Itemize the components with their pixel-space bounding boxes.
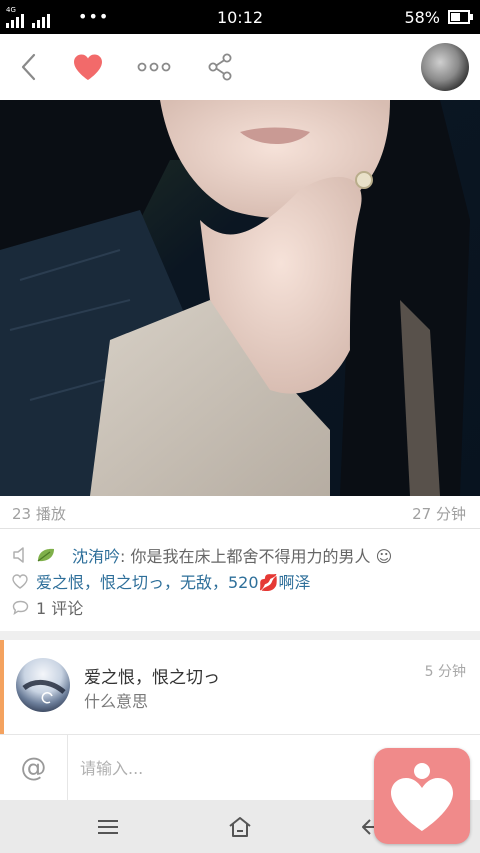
commenter-name[interactable]: 爱之恨，恨之切っ: [84, 663, 220, 688]
comment-item[interactable]: 爱之恨，恨之切っ 5 分钟 什么意思: [0, 640, 480, 734]
commenter-avatar[interactable]: [16, 658, 70, 712]
comment-time: 5 分钟: [424, 664, 466, 680]
top-nav: [0, 34, 480, 100]
mention-button[interactable]: @: [0, 735, 68, 801]
battery-tip: [470, 14, 473, 20]
post-photo[interactable]: [0, 100, 480, 496]
battery-icon: [448, 10, 470, 24]
likers-list[interactable]: 爱之恨，恨之切っ，无敌，520💋啊泽: [36, 569, 310, 593]
leaf-icon: [36, 547, 72, 563]
post-image: [0, 100, 480, 496]
heart-person-icon: [391, 763, 453, 831]
floating-app-button[interactable]: [374, 748, 470, 844]
post-time: 27 分钟: [412, 505, 466, 523]
comment-icon: [12, 600, 36, 615]
author-name-link[interactable]: 沈洧吟: [72, 543, 120, 567]
play-count: 23 播放: [12, 505, 66, 523]
like-button[interactable]: [66, 34, 110, 100]
heart-icon: [74, 54, 102, 80]
post-info: 沈洧吟 : 你是我在床上都舍不得用力的男人 ☺ 爱之恨，恨之切っ，无敌，520💋…: [0, 529, 480, 631]
share-button[interactable]: [200, 34, 240, 100]
comment-input[interactable]: [80, 751, 360, 785]
speaker-icon[interactable]: [12, 547, 36, 563]
share-icon: [208, 53, 232, 81]
battery-percentage: 58%: [404, 8, 440, 27]
post-caption: : 你是我在床上都舍不得用力的男人 ☺: [120, 547, 393, 566]
author-avatar[interactable]: [421, 43, 469, 91]
more-icon: [137, 62, 171, 72]
status-bar: 4G ••• 10:12 58%: [0, 0, 480, 34]
caption-row: 沈洧吟 : 你是我在床上都舍不得用力的男人 ☺: [12, 542, 392, 568]
likes-row: 爱之恨，恨之切っ，无敌，520💋啊泽: [12, 568, 310, 594]
section-divider: [0, 631, 480, 640]
home-button[interactable]: [210, 800, 270, 853]
battery-level: [451, 13, 461, 21]
comment-count[interactable]: 1 评论: [36, 595, 83, 619]
comments-row: 1 评论: [12, 594, 83, 620]
heart-outline-icon: [12, 573, 36, 589]
home-icon: [229, 816, 251, 837]
post-meta: 23 播放 27 分钟: [0, 496, 480, 529]
comment-text: 什么意思: [84, 692, 149, 711]
menu-icon: [98, 819, 118, 834]
back-icon: [21, 53, 36, 81]
more-button[interactable]: [132, 34, 176, 100]
back-button[interactable]: [10, 34, 46, 100]
menu-button[interactable]: [78, 800, 138, 853]
